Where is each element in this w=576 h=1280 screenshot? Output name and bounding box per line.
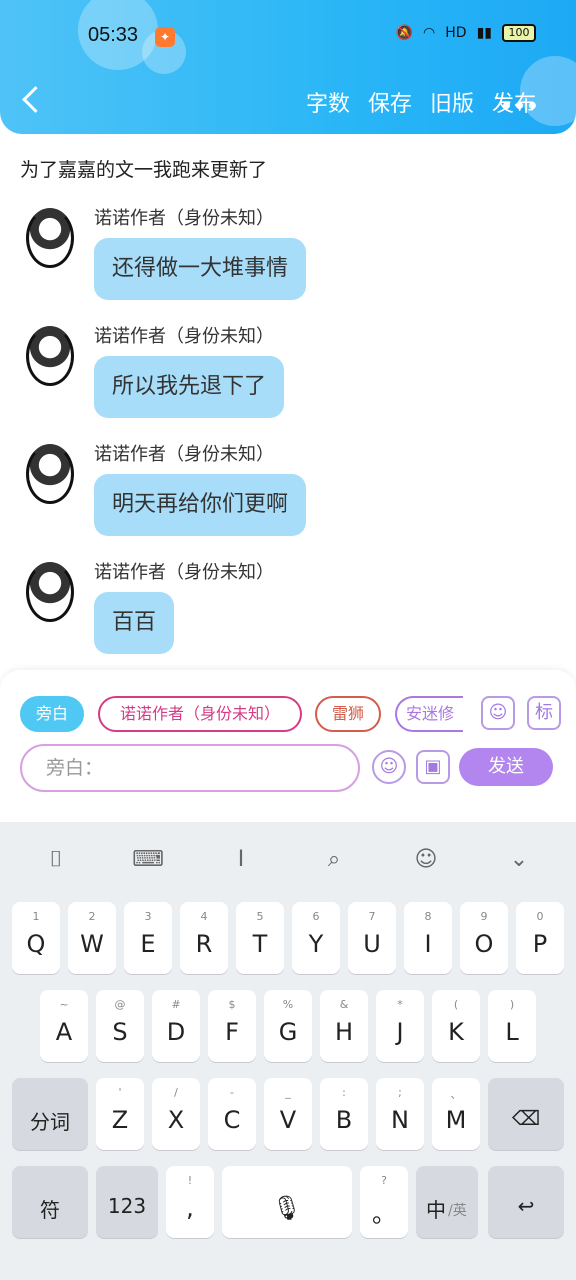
message-composer: 旁白 诺诺作者（身份未知） 雷狮 安迷修 ☺ 标 旁白： ☺ ▣ 发送 — [0, 670, 576, 822]
status-time: 05:33 — [88, 24, 139, 46]
wifi-icon: ◠ — [423, 25, 436, 41]
sender-name: 诺诺作者（身份未知） — [94, 444, 274, 465]
key-d[interactable]: # D — [152, 990, 200, 1062]
back-button[interactable] — [18, 82, 48, 122]
sender-name: 诺诺作者（身份未知） — [94, 208, 274, 229]
message-bubble[interactable]: 百百 — [94, 592, 175, 654]
old-version-button[interactable]: 旧版 — [430, 86, 474, 118]
number-key[interactable]: 123 — [96, 1166, 158, 1238]
key-e[interactable]: 3E — [124, 902, 172, 974]
signal-icon: ▮▮ — [476, 25, 492, 41]
message-bubble[interactable]: 所以我先退下了 — [94, 356, 285, 418]
key-u[interactable]: 7U — [348, 902, 396, 974]
key-i[interactable]: 8I — [404, 902, 452, 974]
sender-name: 诺诺作者（身份未知） — [94, 326, 274, 347]
chip-narrator[interactable]: 旁白 — [20, 696, 84, 732]
collapse-icon[interactable]: ⌄ — [503, 844, 535, 876]
app-notification-icon: ✦ — [155, 27, 175, 47]
clipboard-icon[interactable]: ⌷ — [40, 844, 72, 876]
app-screen: 05:33 ✦ 🔕 ◠ HD ▮▮ 100 字数 保存 旧版 发布 为了嘉嘉的文… — [0, 0, 576, 1280]
keyboard-toolbar: ⌷ ⌨ I ⌕ ☺ ⌄ — [0, 836, 576, 884]
segment-key[interactable]: 分词 — [12, 1078, 88, 1150]
more-icon[interactable] — [503, 102, 536, 109]
chat-message: 诺诺作者（身份未知） 百百 — [22, 558, 542, 668]
mic-icon: 🎙 — [271, 1194, 303, 1222]
key-v[interactable]: _ V — [264, 1078, 312, 1150]
word-count-button[interactable]: 字数 — [306, 86, 350, 118]
key-c[interactable]: -C — [208, 1078, 256, 1150]
message-bubble[interactable]: 明天再给你们更啊 — [94, 474, 307, 536]
smile-icon[interactable]: ☺ — [372, 750, 406, 784]
key-o[interactable]: 9O — [460, 902, 508, 974]
cursor-icon[interactable]: I — [225, 844, 257, 876]
send-button[interactable]: 发送 — [459, 748, 553, 786]
period-key[interactable]: ?。 — [360, 1166, 408, 1238]
chat-message: 诺诺作者（身份未知） 所以我先退下了 — [22, 322, 542, 432]
message-input[interactable]: 旁白： — [20, 744, 360, 792]
language-switch-key[interactable]: 中 /英 — [416, 1166, 478, 1238]
key-q[interactable]: 1Q — [12, 902, 60, 974]
key-a[interactable]: ~ A — [40, 990, 88, 1062]
key-g[interactable]: % G — [264, 990, 312, 1062]
emoji-icon[interactable]: ☺ — [410, 844, 442, 876]
message-bubble[interactable]: 还得做一大堆事情 — [94, 238, 307, 300]
key-b[interactable]: :B — [320, 1078, 368, 1150]
image-icon[interactable]: ▣ — [416, 750, 450, 784]
key-f[interactable]: $ F — [208, 990, 256, 1062]
key-p[interactable]: 0P — [516, 902, 564, 974]
mute-icon: 🔕 — [395, 25, 414, 41]
chip-author[interactable]: 诺诺作者（身份未知） — [98, 696, 302, 732]
space-mic-key[interactable]: 🎙 — [222, 1166, 352, 1238]
top-bar: 05:33 ✦ 🔕 ◠ HD ▮▮ 100 字数 保存 旧版 发布 — [0, 0, 576, 134]
key-x[interactable]: / X — [152, 1078, 200, 1150]
hd-icon: HD — [445, 25, 467, 41]
key-h[interactable]: & H — [320, 990, 368, 1062]
person-icon[interactable]: ☺ — [481, 696, 515, 730]
key-n[interactable]: ; N — [376, 1078, 424, 1150]
symbol-key[interactable]: 符 — [12, 1166, 88, 1238]
header-actions: 字数 保存 旧版 发布 — [306, 86, 536, 118]
author-avatar — [22, 440, 78, 506]
save-button[interactable]: 保存 — [368, 86, 412, 118]
key-r[interactable]: 4R — [180, 902, 228, 974]
chip-anmixiu[interactable]: 安迷修 — [395, 696, 463, 732]
chip-leishi[interactable]: 雷狮 — [315, 696, 381, 732]
key-s[interactable]: @ S — [96, 990, 144, 1062]
author-avatar — [22, 322, 78, 388]
chat-message: 诺诺作者（身份未知） 明天再给你们更啊 — [22, 440, 542, 550]
key-z[interactable]: ' Z — [96, 1078, 144, 1150]
search-icon[interactable]: ⌕ — [318, 844, 350, 876]
label-icon[interactable]: 标 — [527, 696, 561, 730]
key-t[interactable]: 5T — [236, 902, 284, 974]
enter-key[interactable]: ↩ — [488, 1166, 564, 1238]
sender-name: 诺诺作者（身份未知） — [94, 562, 274, 583]
chat-message: 诺诺作者（身份未知） 还得做一大堆事情 — [22, 204, 542, 314]
keyboard-icon[interactable]: ⌨ — [132, 844, 164, 876]
key-j[interactable]: * J — [376, 990, 424, 1062]
key-y[interactable]: 6Y — [292, 902, 340, 974]
key-l[interactable]: ) L — [488, 990, 536, 1062]
comma-key[interactable]: !, — [166, 1166, 214, 1238]
key-w[interactable]: 2W — [68, 902, 116, 974]
intro-text: 为了嘉嘉的文一我跑来更新了 — [20, 159, 268, 181]
author-avatar — [22, 204, 78, 270]
key-k[interactable]: (K — [432, 990, 480, 1062]
battery-icon: 100 — [502, 24, 536, 42]
keyboard: ⌷ ⌨ I ⌕ ☺ ⌄ 1Q 2W 3E 4R 5T 6Y 7U 8I 9O 0… — [0, 822, 576, 1280]
status-icons: 🔕 ◠ HD ▮▮ 100 — [396, 24, 536, 42]
author-avatar — [22, 558, 78, 624]
key-m[interactable]: 、 M — [432, 1078, 480, 1150]
backspace-key[interactable]: ⌫ — [488, 1078, 564, 1150]
